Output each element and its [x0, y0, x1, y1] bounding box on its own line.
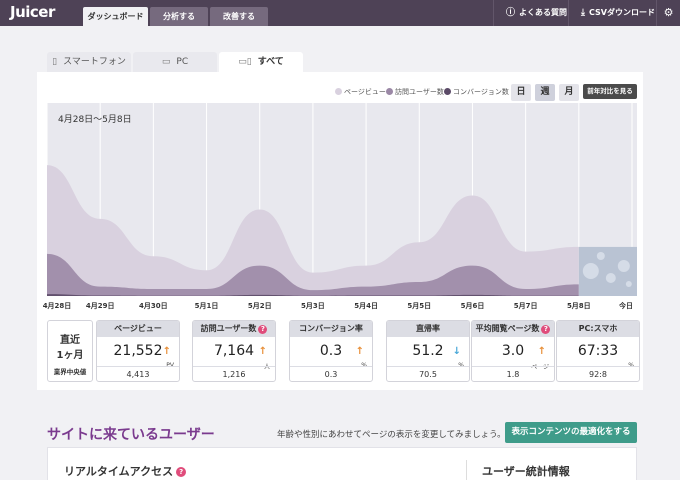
tab-improve[interactable]: 改善する — [210, 7, 268, 26]
legend-pageview: ページビュー — [335, 87, 386, 97]
metric-header: 直帰率 — [387, 321, 469, 337]
metric-card: 訪問ユーザー数? 7,164 ↑ 人 1,216 — [192, 320, 276, 382]
metric-median: 1.8 — [472, 366, 554, 381]
metric-median: 70.5 — [387, 366, 469, 381]
x-axis-tick-label: 4月29日 — [85, 302, 115, 310]
trend-up-icon: ↑ — [537, 346, 546, 357]
legend-label: 訪問ユーザー数 — [395, 88, 444, 96]
metric-header-label: 平均閲覧ページ数 — [475, 324, 540, 333]
metric-header: 平均閲覧ページ数? — [472, 321, 554, 337]
today-bubble — [605, 273, 616, 283]
tab-smartphone-label: スマートフォン — [63, 57, 126, 67]
help-icon[interactable]: ? — [258, 325, 268, 334]
legend-visitors: 訪問ユーザー数 — [386, 87, 444, 97]
period-label-recent: 直近 — [60, 335, 80, 346]
tab-all-label: すべて — [257, 57, 284, 67]
tab-dashboard[interactable]: ダッシュボード — [83, 7, 148, 26]
metric-card: コンバージョン率 0.3 ↑% 0.3 — [289, 320, 373, 382]
metric-header: ページビュー — [97, 321, 179, 337]
juicer-logo[interactable]: Juicer — [10, 3, 55, 21]
tab-pc[interactable]: ▭ PC — [133, 52, 217, 72]
metric-header-label: PC:スマホ — [578, 324, 618, 333]
metric-header: コンバージョン率 — [290, 321, 372, 337]
today-bubble — [625, 281, 632, 287]
section-description: 年齢や性別にあわせてページの表示を変更してみましょう。 — [277, 430, 506, 440]
metric-median: 92:8 — [557, 366, 639, 381]
period-summary: 直近 1ヶ月 業界中央値 — [47, 320, 93, 382]
x-axis-tick-label: 5月3日 — [301, 302, 325, 310]
period-day-button[interactable]: 日 — [511, 84, 531, 101]
x-axis-tick-label: 5月7日 — [513, 302, 538, 310]
trend-down-icon: ↓ — [452, 346, 461, 357]
realtime-access-label: リアルタイムアクセス — [64, 465, 174, 478]
x-axis-tick-label: 5月1日 — [194, 302, 219, 310]
download-icon: ⤓ — [581, 8, 585, 18]
traffic-chart-svg — [46, 103, 637, 296]
realtime-access-title: リアルタイムアクセス? — [64, 463, 187, 479]
section-title: サイトに来ているユーザー — [47, 427, 215, 443]
gear-icon[interactable]: ⚙ — [656, 0, 680, 26]
x-axis-tick-label: 5月4日 — [354, 302, 378, 310]
metric-header-label: コンバージョン率 — [299, 324, 363, 333]
legend-dot — [386, 88, 393, 95]
metric-median: 1,216 — [193, 366, 275, 381]
metric-header: PC:スマホ — [557, 321, 639, 337]
x-axis-tick-label: 4月28日 — [42, 302, 72, 310]
legend-label: ページビュー — [344, 88, 386, 96]
traffic-chart — [46, 103, 637, 296]
metric-header-label: ページビュー — [114, 324, 162, 333]
legend-dot — [335, 88, 342, 95]
x-axis-tick-label: 5月5日 — [407, 302, 432, 310]
devices-icon: ▭▯ — [238, 57, 252, 67]
legend-dot — [444, 88, 451, 95]
metric-card: ページビュー 21,552 ↑ PV 4,413 — [96, 320, 180, 382]
optimize-content-button[interactable]: 表示コンテンツの最適化をする — [505, 422, 637, 443]
help-icon[interactable]: ? — [176, 467, 187, 477]
user-stats-title: ユーザー統計情報 — [482, 465, 570, 478]
faq-label: よくある質問 — [519, 8, 568, 17]
metric-card: 直帰率 51.2 ↓% 70.5 — [386, 320, 470, 382]
tab-smartphone[interactable]: ▯ スマートフォン — [47, 52, 131, 72]
monitor-icon: ▭ — [161, 57, 171, 67]
industry-median-label: 業界中央値 — [53, 368, 87, 376]
tab-analyze[interactable]: 分析する — [150, 7, 208, 26]
x-axis-tick-label: 5月8日 — [566, 302, 591, 310]
compare-year-button[interactable]: 前年対比を見る — [583, 84, 637, 99]
today-bubble — [582, 263, 599, 279]
metric-header: 訪問ユーザー数? — [193, 321, 275, 337]
trend-up-icon: ↑ — [258, 346, 267, 357]
period-label-month: 1ヶ月 — [56, 350, 84, 361]
smartphone-icon: ▯ — [52, 57, 58, 67]
x-axis-tick-label: 今日 — [619, 302, 633, 310]
trend-up-icon: ↑ — [355, 346, 364, 357]
metric-header-label: 直帰率 — [416, 324, 440, 333]
tab-pc-label: PC — [176, 57, 189, 67]
csv-download-link[interactable]: ⤓ CSVダウンロード — [568, 0, 656, 26]
faq-link[interactable]: ⓘ よくある質問 — [493, 0, 568, 26]
metric-median: 4,413 — [97, 366, 179, 381]
legend-conversions: コンバージョン数 — [444, 87, 509, 97]
metric-header-label: 訪問ユーザー数 — [200, 324, 257, 333]
x-axis-tick-label: 5月6日 — [460, 302, 485, 310]
today-bubble — [617, 260, 630, 272]
tab-all[interactable]: ▭▯ すべて — [219, 52, 303, 72]
info-icon: ⓘ — [506, 8, 516, 18]
help-icon[interactable]: ? — [541, 325, 551, 334]
x-axis-tick-label: 4月30日 — [139, 302, 168, 310]
today-bubble — [596, 252, 605, 260]
x-axis-tick-label: 5月2日 — [247, 302, 272, 310]
divider — [466, 460, 467, 480]
legend-label: コンバージョン数 — [453, 88, 509, 96]
csv-label: CSVダウンロード — [588, 8, 655, 17]
metric-median: 0.3 — [290, 366, 372, 381]
period-month-button[interactable]: 月 — [559, 84, 579, 101]
period-week-button[interactable]: 週 — [535, 84, 555, 101]
metric-card: PC:スマホ 67:33% 92:8 — [556, 320, 640, 382]
date-range: 4月28日〜5月8日 — [58, 115, 132, 125]
metric-card: 平均閲覧ページ数? 3.0 ↑ ページ 1.8 — [471, 320, 555, 382]
trend-up-icon: ↑ — [162, 346, 171, 357]
metric-value: 67:33 — [577, 343, 619, 359]
